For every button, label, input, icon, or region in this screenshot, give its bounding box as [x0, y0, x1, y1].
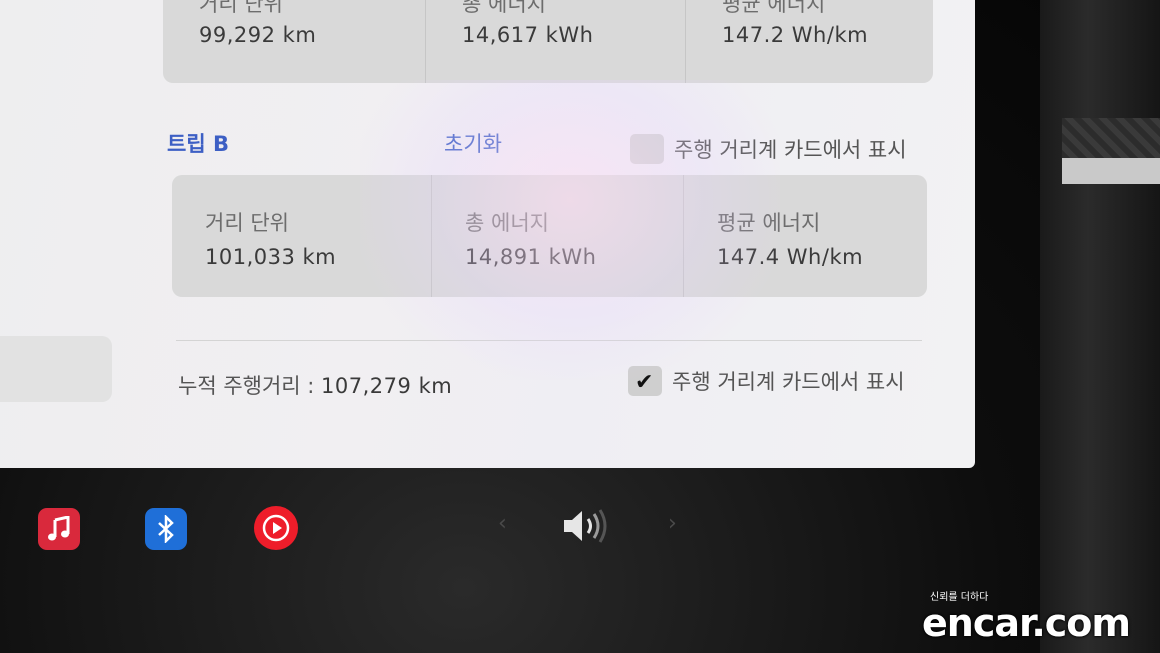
trip-b-avg: 평균 에너지 147.4 Wh/km: [683, 175, 928, 297]
trip-b-show-on-card-label: 주행 거리계 카드에서 표시: [674, 138, 907, 162]
next-arrow-icon[interactable]: ›: [668, 511, 677, 536]
trip-b-avg-value: 147.4 Wh/km: [717, 245, 864, 269]
trip-a-distance: 거리 단위 99,292 km: [163, 0, 425, 83]
trip-b-reset-button[interactable]: 초기화: [444, 128, 502, 158]
trip-b-distance-value: 101,033 km: [205, 245, 337, 269]
dashboard-trim-strip: [1062, 118, 1160, 158]
left-panel-edge[interactable]: [0, 336, 112, 402]
check-icon: ✔: [635, 370, 654, 395]
odometer-row: 누적 주행거리 : 107,279 km: [178, 370, 452, 400]
trip-a-energy: 총 에너지 14,617 kWh: [425, 0, 686, 83]
music-icon[interactable]: [38, 508, 80, 550]
touchscreen: 거리 단위 99,292 km 총 에너지 14,617 kWh 평균 에너지 …: [0, 0, 975, 468]
trip-a-avg: 평균 에너지 147.2 Wh/km: [685, 0, 934, 83]
trip-a-energy-label: 총 에너지: [462, 0, 546, 16]
odometer-label: 누적 주행거리 :: [178, 374, 315, 398]
media-player-icon[interactable]: [254, 506, 298, 550]
trip-b-avg-label: 평균 에너지: [717, 211, 821, 235]
watermark-brand: encar.com: [922, 601, 1131, 645]
trip-b-energy-value: 14,891 kWh: [465, 245, 597, 269]
dashboard-trim-panel: [1062, 158, 1160, 184]
odometer-show-on-card-label: 주행 거리계 카드에서 표시: [672, 370, 905, 394]
trip-a-energy-value: 14,617 kWh: [462, 23, 594, 47]
trip-b-stats: 거리 단위 101,033 km 총 에너지 14,891 kWh 평균 에너지…: [172, 175, 927, 297]
trip-b-checkbox[interactable]: [630, 134, 664, 164]
volume-icon[interactable]: [560, 506, 614, 550]
trip-a-distance-label: 거리 단위: [199, 0, 283, 16]
trip-b-energy: 총 에너지 14,891 kWh: [431, 175, 684, 297]
odometer-checkbox[interactable]: ✔: [628, 366, 662, 396]
trip-b-energy-label: 총 에너지: [465, 211, 549, 235]
odometer-value: 107,279 km: [321, 374, 453, 398]
bluetooth-icon[interactable]: [145, 508, 187, 550]
trip-a-avg-label: 평균 에너지: [722, 0, 826, 16]
encar-watermark: 신뢰를 더하다 encar.com: [922, 588, 1131, 645]
dashboard-trim: [1040, 0, 1160, 653]
section-divider: [176, 340, 922, 341]
trip-b-show-on-card-toggle[interactable]: 주행 거리계 카드에서 표시: [630, 134, 907, 164]
trip-b-distance-label: 거리 단위: [205, 211, 289, 235]
trip-a-avg-value: 147.2 Wh/km: [722, 23, 869, 47]
trip-a-stats: 거리 단위 99,292 km 총 에너지 14,617 kWh 평균 에너지 …: [163, 0, 933, 83]
odometer-show-on-card-toggle[interactable]: ✔ 주행 거리계 카드에서 표시: [628, 366, 905, 396]
trip-a-distance-value: 99,292 km: [199, 23, 317, 47]
prev-arrow-icon[interactable]: ‹: [498, 511, 507, 536]
trip-b-title: 트립 B: [167, 132, 229, 156]
trip-b-distance: 거리 단위 101,033 km: [172, 175, 431, 297]
